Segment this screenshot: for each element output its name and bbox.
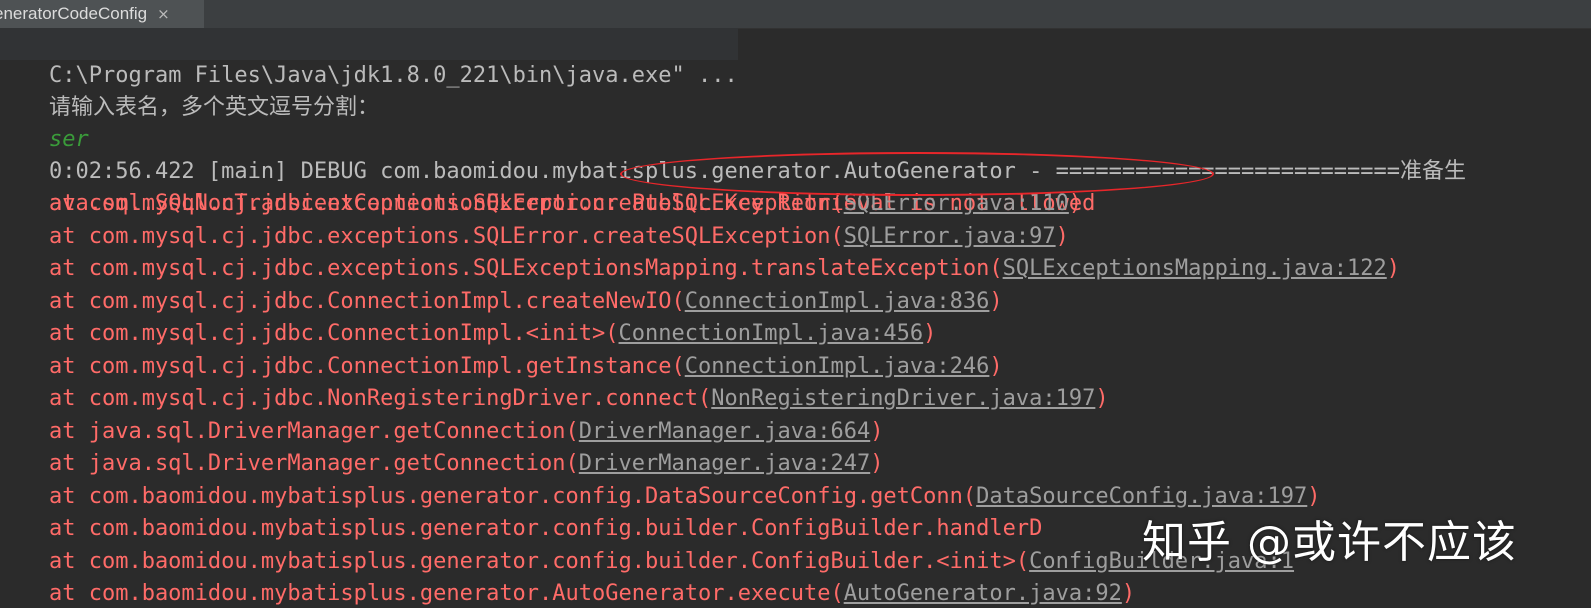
stack-frame-line: at com.mysql.cj.jdbc.ConnectionImpl.<ini… <box>0 318 936 350</box>
source-link[interactable]: AutoGenerator.java:92 <box>844 581 1122 606</box>
stack-frame-paren: ) <box>1055 223 1069 249</box>
stack-frame-line: at com.baomidou.mybatisplus.generator.Au… <box>0 578 1135 608</box>
stack-frame-method: at com.baomidou.mybatisplus.generator.co… <box>0 516 1043 541</box>
tab-bar: eneratorCodeConfig × <box>0 0 1591 29</box>
stack-frame-line: at com.mysql.cj.jdbc.NonRegisteringDrive… <box>0 383 1109 415</box>
stack-frame-line: at com.mysql.cj.jdbc.ConnectionImpl.getI… <box>0 351 1003 383</box>
console-input-line: ser <box>0 92 89 152</box>
stack-frame-line: at com.baomidou.mybatisplus.generator.co… <box>0 481 1321 513</box>
prompt-text: 请输入表名，多个英文逗号分割： <box>48 95 379 120</box>
stack-frame-line: at com.baomidou.mybatisplus.generator.co… <box>0 513 1042 545</box>
console-prompt-line: 请输入表名，多个英文逗号分割： <box>0 60 379 120</box>
stack-frame-line: at com.mysql.cj.jdbc.ConnectionImpl.crea… <box>0 286 1003 318</box>
stack-frame-method: at com.mysql.cj.jdbc.ConnectionImpl.getI… <box>0 353 685 379</box>
stack-frame-paren: ) <box>870 418 884 444</box>
source-link[interactable]: DataSourceConfig.java:197 <box>976 484 1307 509</box>
close-icon[interactable]: × <box>157 5 170 23</box>
stack-frame-method: at com.mysql.cj.jdbc.exceptions.SQLExcep… <box>0 256 1003 281</box>
stack-frame-method: at com.mysql.cj.jdbc.exceptions.SQLError… <box>0 223 844 249</box>
source-link[interactable]: SQLError.java:97 <box>844 224 1056 249</box>
watermark: 知乎 @或许不应该 <box>1142 517 1517 568</box>
stack-frame-method: at com.baomidou.mybatisplus.generator.co… <box>0 483 977 509</box>
stack-frame-paren: ) <box>989 288 1003 314</box>
stack-frame-method: at com.mysql.cj.jdbc.exceptions.SQLError… <box>0 191 844 216</box>
stack-frame-method: at com.baomidou.mybatisplus.generator.Au… <box>0 581 844 606</box>
stack-frame-method: at com.baomidou.mybatisplus.generator.co… <box>0 548 1030 574</box>
source-link[interactable]: DriverManager.java:247 <box>579 451 870 476</box>
tab-run-config[interactable]: eneratorCodeConfig × <box>0 0 204 28</box>
console-command-line: C:\Program Files\Java\jdk1.8.0_221\bin\j… <box>0 28 738 88</box>
stack-frame-paren: ) <box>1307 483 1321 509</box>
stack-frame-line: at com.mysql.cj.jdbc.exceptions.SQLExcep… <box>0 253 1400 285</box>
stack-frame-method: at java.sql.DriverManager.getConnection( <box>0 451 579 476</box>
stack-frame-method: at com.mysql.cj.jdbc.NonRegisteringDrive… <box>0 386 712 411</box>
tab-label: eneratorCodeConfig <box>0 4 148 23</box>
stack-frame-line: at com.mysql.cj.jdbc.exceptions.SQLError… <box>0 188 1082 220</box>
stack-frame-line: at java.sql.DriverManager.getConnection(… <box>0 448 883 480</box>
stack-frame-line: at java.sql.DriverManager.getConnection(… <box>0 416 883 448</box>
stack-frame-paren: ) <box>1068 191 1083 216</box>
stack-frame-paren: ) <box>1095 386 1109 411</box>
source-link[interactable]: SQLExceptionsMapping.java:122 <box>1003 256 1387 281</box>
source-link[interactable]: ConnectionImpl.java:246 <box>685 354 990 379</box>
stack-frame-line: at com.baomidou.mybatisplus.generator.co… <box>0 546 1294 578</box>
stack-frame-paren: ) <box>1121 581 1136 606</box>
stack-frame-paren: ) <box>989 353 1003 379</box>
console-exception-line: ava.sql.SQLNonTransientConnectionExcepti… <box>0 156 1095 216</box>
console-debug-line: 0:02:56.422 [main] DEBUG com.baomidou.my… <box>0 124 1466 184</box>
stack-frame-paren: ) <box>1386 256 1400 281</box>
source-link[interactable]: NonRegisteringDriver.java:197 <box>711 386 1095 411</box>
stack-frame-method: at java.sql.DriverManager.getConnection( <box>0 418 579 444</box>
stack-frame-method: at com.mysql.cj.jdbc.ConnectionImpl.crea… <box>0 288 685 314</box>
stack-frame-method: at com.mysql.cj.jdbc.ConnectionImpl.<ini… <box>0 321 619 346</box>
stack-frame-paren: ) <box>870 451 884 476</box>
source-link[interactable]: DriverManager.java:664 <box>579 419 870 444</box>
stack-frame-line: at com.mysql.cj.jdbc.exceptions.SQLError… <box>0 221 1069 253</box>
stack-frame-paren: ) <box>923 321 937 346</box>
source-link[interactable]: ConnectionImpl.java:836 <box>685 289 990 314</box>
source-link[interactable]: SQLError.java:110 <box>844 191 1069 216</box>
source-link[interactable]: ConnectionImpl.java:456 <box>619 321 924 346</box>
